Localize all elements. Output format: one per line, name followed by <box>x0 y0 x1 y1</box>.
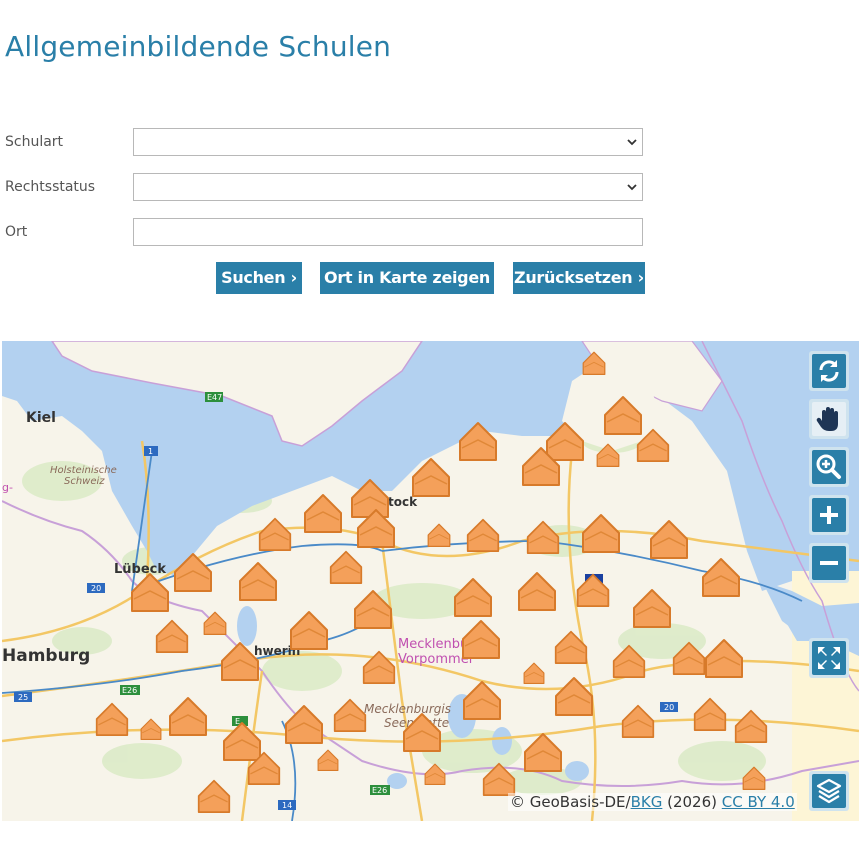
label-holsteinische: Holsteinische <box>50 465 117 476</box>
reset-button[interactable]: Zurücksetzen › <box>513 262 645 294</box>
schulart-label: Schulart <box>5 134 64 150</box>
chevron-down-icon <box>627 184 637 191</box>
map-canvas[interactable]: E47 1 20 25 E26 E26 14 E 20 Kiel Holstei… <box>2 341 859 821</box>
pan-hand-icon <box>816 407 838 431</box>
label-kiel: Kiel <box>26 410 56 426</box>
shield-a20b: 20 <box>664 703 674 712</box>
label-seenplatte-1: Mecklenburgis <box>364 702 451 716</box>
map-view[interactable]: E47 1 20 25 E26 E26 14 E 20 Kiel Holstei… <box>2 341 859 821</box>
rechtsstatus-row: Rechtsstatus <box>5 173 645 203</box>
attribution-year: (2026) <box>662 793 722 811</box>
shield-a14: 14 <box>282 801 292 810</box>
shield-e26a: E26 <box>122 686 137 695</box>
shield-a20: 20 <box>91 584 101 593</box>
chevron-down-icon <box>627 139 637 146</box>
zoom-in-magnifier-icon <box>816 454 841 479</box>
label-hamburg: Hamburg <box>2 646 90 666</box>
rechtsstatus-label: Rechtsstatus <box>5 179 96 195</box>
license-link[interactable]: CC BY 4.0 <box>722 793 795 811</box>
bkg-link[interactable]: BKG <box>631 793 663 811</box>
map-attribution: © GeoBasis-DE/BKG (2026) CC BY 4.0 <box>508 793 797 811</box>
zoom-out-button[interactable] <box>809 543 849 583</box>
plus-icon <box>820 506 838 524</box>
pan-tool-button[interactable] <box>809 399 849 439</box>
label-luebeck: Lübeck <box>114 562 166 577</box>
minus-icon <box>820 561 838 565</box>
ort-input[interactable] <box>133 218 643 246</box>
fullscreen-icon <box>818 647 840 669</box>
label-edge: g- <box>2 481 13 494</box>
refresh-icon <box>819 360 839 382</box>
shield-e47: E47 <box>207 393 222 402</box>
attribution-prefix: © GeoBasis-DE/ <box>510 793 631 811</box>
layers-button[interactable] <box>809 771 849 811</box>
layers-icon <box>816 778 842 804</box>
search-button[interactable]: Suchen › <box>216 262 302 294</box>
rechtsstatus-select[interactable] <box>133 173 643 201</box>
page-title: Allgemeinbildende Schulen <box>5 30 392 63</box>
zoom-in-button[interactable] <box>809 495 849 535</box>
label-schweiz: Schweiz <box>64 476 105 487</box>
schulart-select[interactable] <box>133 128 643 156</box>
label-rostock: tock <box>388 495 418 509</box>
fullscreen-button[interactable] <box>809 638 849 678</box>
ort-label: Ort <box>5 224 28 240</box>
label-mv-1: Mecklenbu <box>398 637 468 652</box>
shield-a1: 1 <box>148 447 153 456</box>
schulart-row: Schulart <box>5 128 645 158</box>
shield-a25: 25 <box>18 693 28 702</box>
zoom-to-area-button[interactable] <box>809 447 849 487</box>
shield-e26b: E26 <box>372 786 387 795</box>
refresh-map-button[interactable] <box>809 351 849 391</box>
show-place-on-map-button[interactable]: Ort in Karte zeigen › <box>320 262 494 319</box>
ort-row: Ort <box>5 218 645 248</box>
